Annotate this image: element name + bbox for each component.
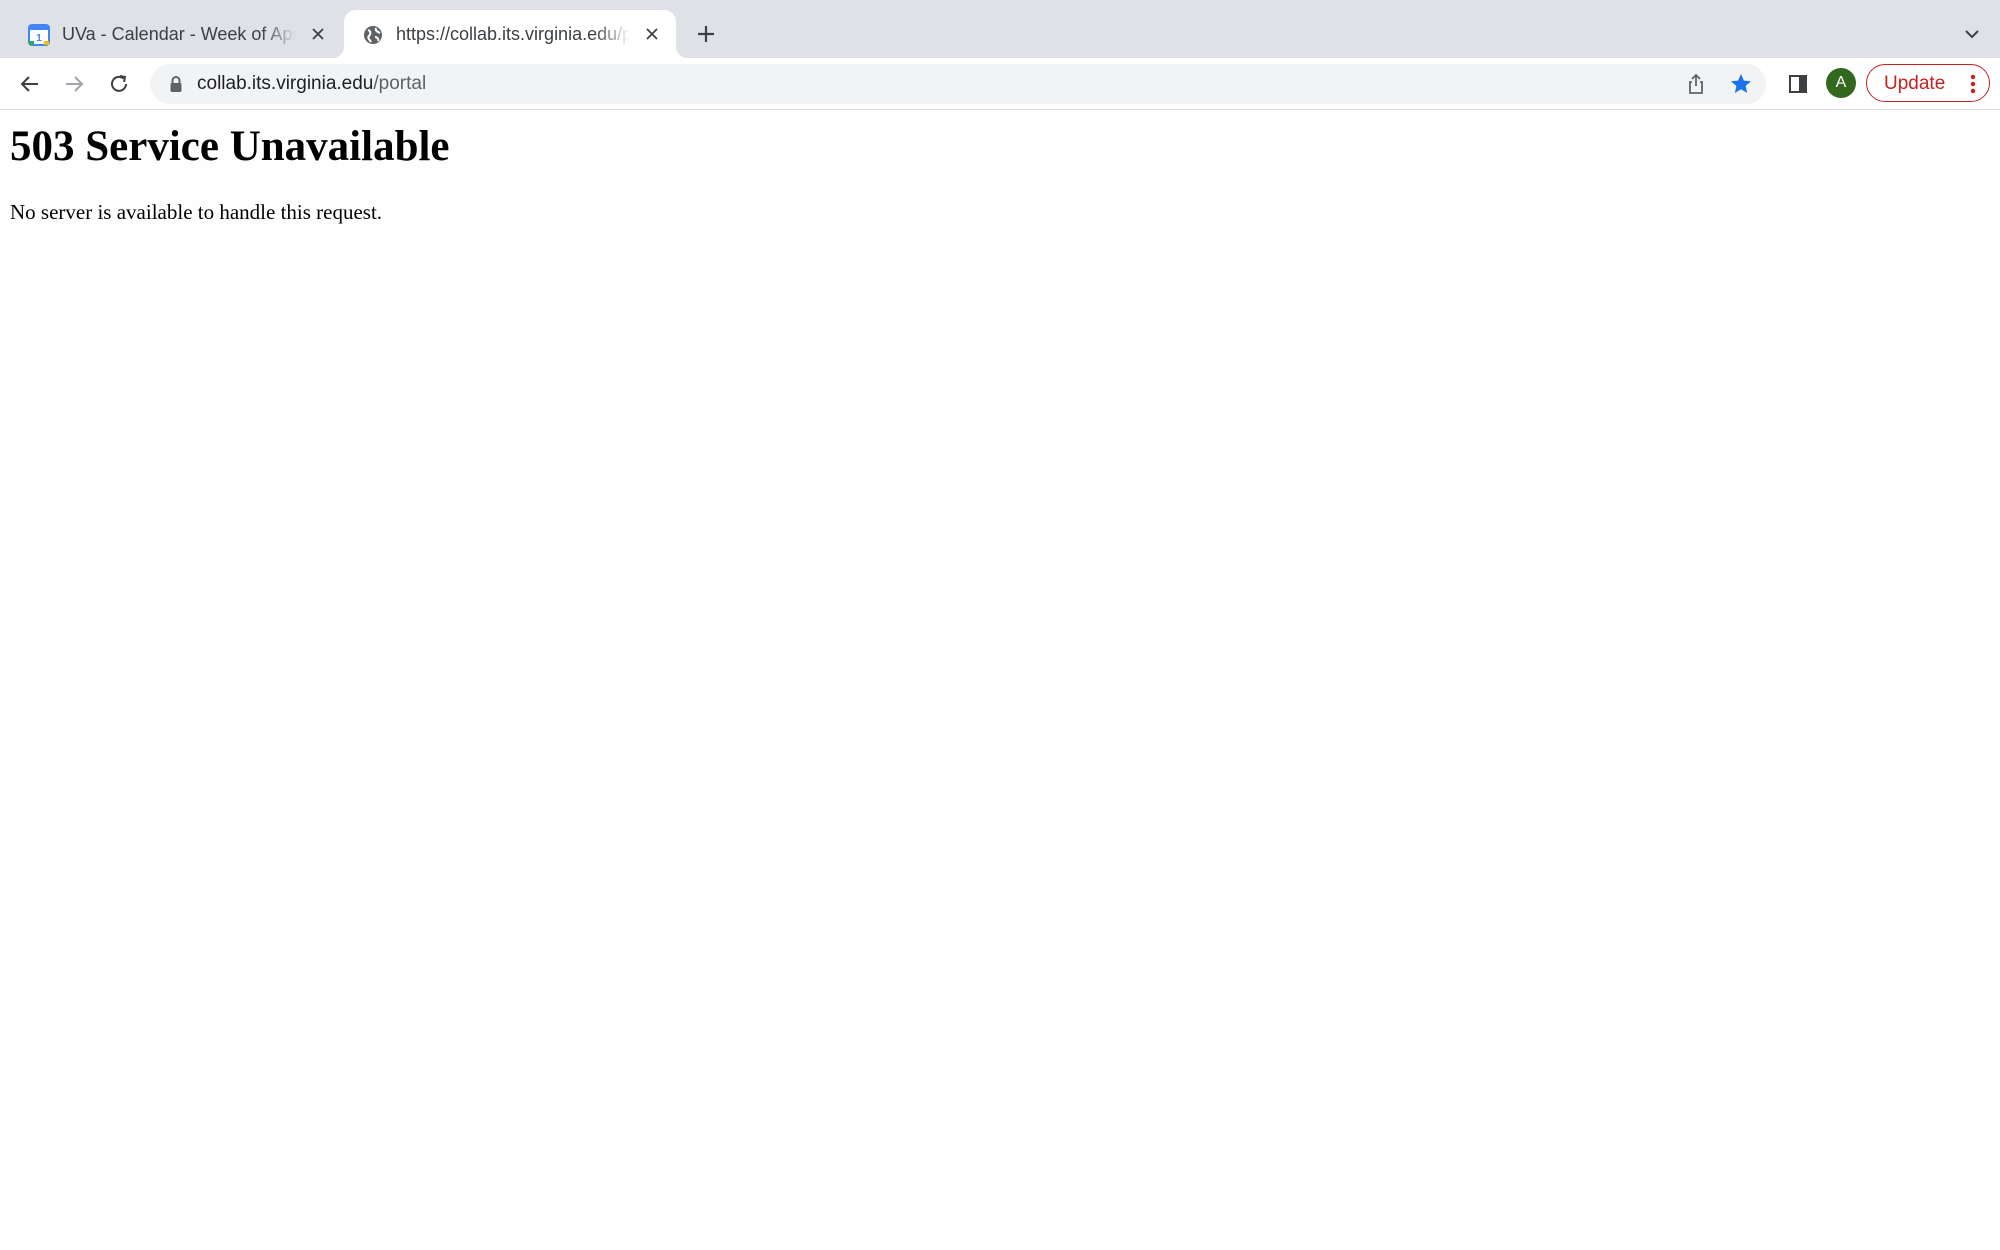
- tab-title: https://collab.its.virginia.edu/portal: [396, 24, 630, 44]
- tab-collab[interactable]: https://collab.its.virginia.edu/portal: [332, 10, 688, 58]
- error-message: No server is available to handle this re…: [10, 200, 383, 224]
- bookmark-button[interactable]: [1727, 70, 1755, 98]
- url-host: collab.its.virginia.edu: [197, 73, 374, 94]
- share-icon: [1689, 73, 1703, 94]
- url-text[interactable]: collab.its.virginia.edu/portal: [197, 72, 426, 96]
- plus-icon: [698, 26, 714, 42]
- arrow-left-icon: [20, 76, 38, 92]
- google-calendar-icon: 1: [28, 24, 50, 46]
- update-label: Update: [1884, 73, 1946, 94]
- arrow-right-icon: [66, 76, 84, 92]
- side-panel-icon: [1789, 75, 1807, 93]
- svg-text:1: 1: [36, 33, 42, 44]
- tab-title: UVa - Calendar - Week of April: [62, 24, 296, 44]
- close-icon[interactable]: [640, 22, 664, 46]
- update-button[interactable]: Update: [1866, 64, 1990, 102]
- share-button[interactable]: [1682, 70, 1710, 98]
- page-content: 503 Service Unavailable No server is ava…: [0, 111, 2000, 1250]
- new-tab-button[interactable]: [690, 18, 722, 50]
- lock-icon[interactable]: [168, 75, 184, 93]
- reload-icon: [111, 75, 127, 92]
- tab-calendar[interactable]: 1 UVa - Calendar - Week of April: [10, 10, 342, 58]
- tab-search-button[interactable]: [1956, 18, 1988, 50]
- back-button[interactable]: [12, 66, 48, 102]
- toolbar: collab.its.virginia.edu/portal A Update: [0, 58, 2000, 110]
- address-bar[interactable]: collab.its.virginia.edu/portal: [150, 64, 1766, 104]
- more-vert-icon[interactable]: [1965, 73, 1981, 95]
- page-title: 503 Service Unavailable: [10, 123, 450, 170]
- reload-button[interactable]: [101, 66, 137, 102]
- side-panel-button[interactable]: [1782, 68, 1814, 100]
- close-icon[interactable]: [306, 22, 330, 46]
- globe-icon: [364, 26, 382, 44]
- star-icon: [1731, 74, 1751, 93]
- tab-strip: 1 UVa - Calendar - Week of April https:/…: [0, 0, 2000, 58]
- avatar[interactable]: A: [1826, 68, 1856, 98]
- forward-button[interactable]: [56, 66, 92, 102]
- url-path: /portal: [373, 73, 427, 94]
- chevron-down-icon: [1965, 30, 1979, 39]
